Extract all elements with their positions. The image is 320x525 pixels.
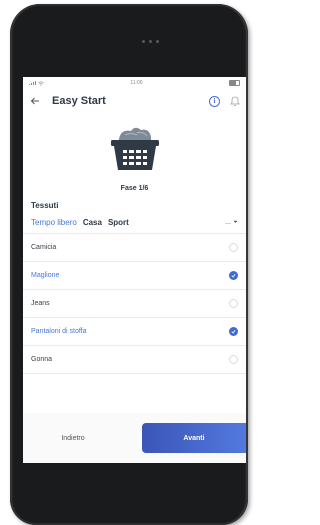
radio-unchecked-icon[interactable] bbox=[229, 299, 238, 308]
list-item-gonna[interactable]: Gonna bbox=[23, 346, 246, 374]
tabs-more-label: ... bbox=[225, 218, 231, 226]
checkmark-icon[interactable] bbox=[229, 271, 238, 280]
earpiece-speaker bbox=[142, 40, 159, 43]
signal-icon bbox=[29, 81, 36, 85]
back-button[interactable]: Indietro bbox=[23, 435, 123, 442]
radio-unchecked-icon[interactable] bbox=[229, 243, 238, 252]
list-item-label: Camicia bbox=[31, 244, 57, 251]
radio-unchecked-icon[interactable] bbox=[229, 355, 238, 364]
category-tabs: Tempo libero Casa Sport ... bbox=[23, 211, 246, 229]
battery-icon bbox=[229, 80, 240, 86]
laundry-basket-icon bbox=[110, 127, 159, 170]
hero-illustration bbox=[23, 113, 246, 183]
app-screen: 11:00 Easy Start i Fase 1/6 Tessuti Temp… bbox=[23, 77, 246, 463]
list-item-jeans[interactable]: Jeans bbox=[23, 290, 246, 318]
tab-tempo-libero[interactable]: Tempo libero bbox=[31, 218, 77, 227]
info-icon[interactable]: i bbox=[209, 95, 220, 107]
list-item-label: Gonna bbox=[31, 356, 53, 363]
page-title: Easy Start bbox=[52, 95, 106, 107]
phase-indicator: Fase 1/6 bbox=[120, 185, 149, 192]
tab-sport[interactable]: Sport bbox=[108, 218, 129, 227]
status-time: 11:00 bbox=[130, 80, 143, 86]
bell-icon[interactable] bbox=[230, 95, 240, 107]
list-item-label: Pantaloni di stoffa bbox=[31, 328, 87, 335]
footer-bar: Indietro Avanti bbox=[23, 413, 246, 463]
list-item-camicia[interactable]: Camicia bbox=[23, 234, 246, 262]
list-item-label: Jeans bbox=[31, 300, 50, 307]
section-title: Tessuti bbox=[31, 201, 59, 210]
chevron-down-icon bbox=[233, 220, 238, 223]
checkmark-icon[interactable] bbox=[229, 327, 238, 336]
tab-casa[interactable]: Casa bbox=[83, 218, 102, 227]
back-arrow-icon[interactable] bbox=[29, 95, 41, 107]
phone-device: 11:00 Easy Start i Fase 1/6 Tessuti Temp… bbox=[10, 4, 248, 525]
list-item-label: Maglione bbox=[31, 272, 60, 279]
tabs-more-button[interactable]: ... bbox=[225, 219, 238, 226]
signal-indicator bbox=[29, 81, 44, 86]
wifi-icon bbox=[38, 81, 44, 86]
next-button[interactable]: Avanti bbox=[142, 423, 246, 453]
list-item-pantaloni[interactable]: Pantaloni di stoffa bbox=[23, 318, 246, 346]
app-bar: Easy Start i bbox=[23, 89, 246, 113]
status-bar: 11:00 bbox=[23, 77, 246, 89]
fabric-list: Camicia Maglione Jeans Pantaloni di stof… bbox=[23, 233, 246, 374]
list-item-maglione[interactable]: Maglione bbox=[23, 262, 246, 290]
